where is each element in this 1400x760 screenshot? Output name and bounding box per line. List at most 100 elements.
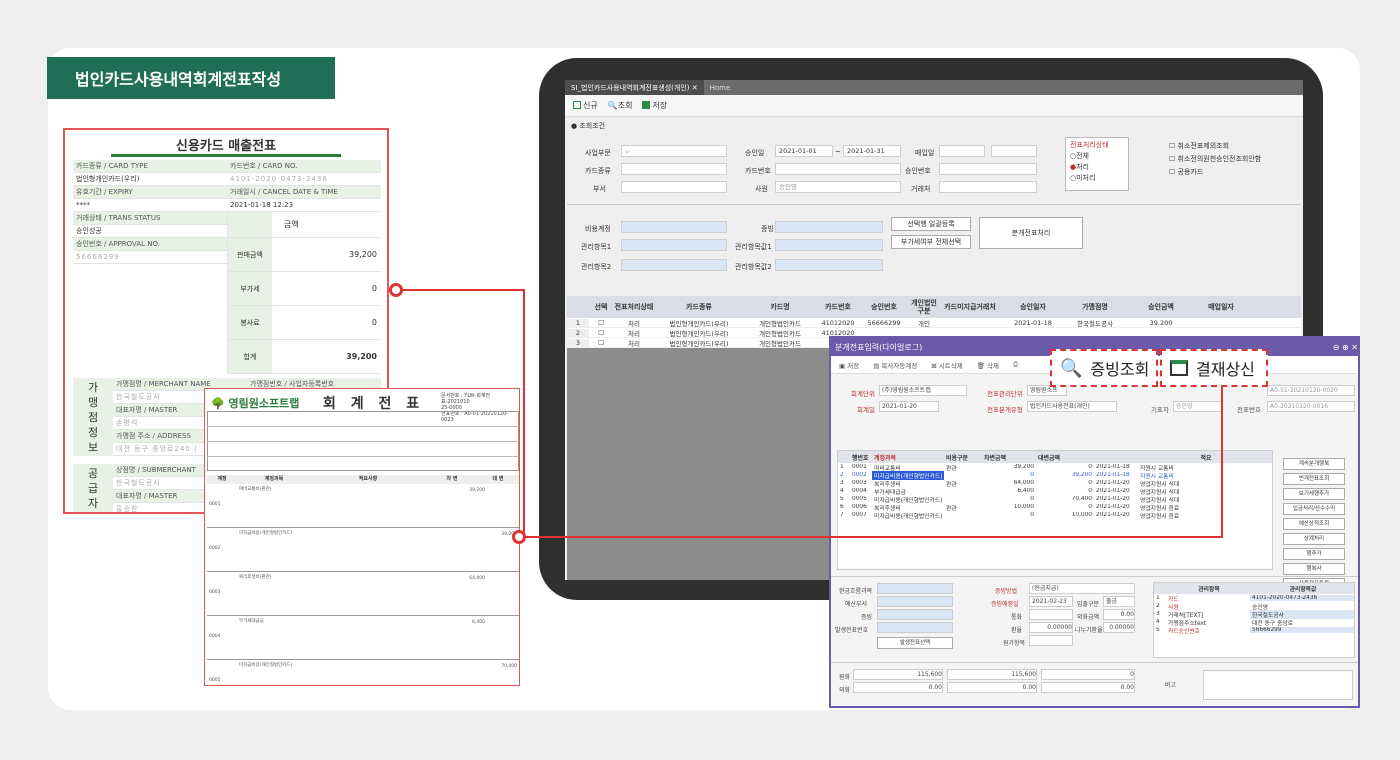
side-button[interactable]: 상계처리 <box>1283 533 1345 545</box>
fx-amount-input[interactable]: 0.00 <box>1103 609 1135 620</box>
mgmt1-input[interactable] <box>621 239 727 251</box>
status-group-title: 전표처리상태 <box>1070 141 1109 149</box>
purchase-from-input[interactable] <box>939 145 985 157</box>
callout-approval-submit[interactable]: 결재상신 <box>1160 349 1268 387</box>
journal-head-cell: 계정과목 <box>874 454 897 462</box>
note-input[interactable] <box>1203 670 1353 700</box>
origin-slip-input[interactable] <box>877 622 953 633</box>
close-icon[interactable]: ✕ <box>692 84 698 92</box>
side-button[interactable]: 보기세행추가 <box>1283 488 1345 500</box>
label-cost-item: 원가항목 <box>1003 640 1026 647</box>
tab-home[interactable]: Home <box>704 84 737 92</box>
radio-processed[interactable]: ●처리 <box>1070 162 1124 173</box>
card-type-select[interactable] <box>621 163 727 175</box>
voucher-divider <box>207 441 519 442</box>
close-icon[interactable]: ✕ <box>1351 343 1358 352</box>
popup-save-button[interactable]: ▣ 저장 <box>839 360 859 370</box>
journal-cell: 2021-01-20 <box>1096 488 1130 494</box>
voucher-head-cell: 계정 <box>217 476 227 482</box>
receipt-info-char: 보 <box>87 440 99 454</box>
io-type-select[interactable]: 출금 <box>1103 596 1135 607</box>
approve-no-input[interactable] <box>939 163 1037 175</box>
radio-all[interactable]: ○전체 <box>1070 151 1124 162</box>
journal-cell: 0 <box>1088 464 1092 470</box>
split-type-select[interactable]: 법인카드사용전표(개인) <box>1027 401 1117 412</box>
side-button[interactable]: 계속분개행복 <box>1283 458 1345 470</box>
voucher-meta-line: 문서번호 : YLW-회계전표-2021010 <box>441 393 490 405</box>
mgmt2-input[interactable] <box>621 259 727 271</box>
journal-cell: 39,200 <box>1013 464 1034 470</box>
evidence-method-select[interactable]: (현금지급) <box>1029 583 1135 594</box>
callout-evidence-lookup[interactable]: 🔍 증빙조회 <box>1050 349 1158 387</box>
slip-no-input[interactable]: A0-20210120-0016 <box>1267 401 1355 412</box>
rate-input[interactable]: 0.00000 <box>1029 622 1073 633</box>
label-rate: 환율 <box>1011 627 1023 634</box>
popup-delete-button[interactable]: 🗑 삭제 <box>977 360 999 370</box>
label-card-no: 카드번호 <box>745 167 771 175</box>
approve-to-input[interactable]: 2021-01-31 <box>843 145 901 157</box>
side-button[interactable]: 예산상적조회 <box>1283 518 1345 530</box>
receipt-amount-block: 거래상태 / TRANS STATUS 승인성공 승인번호 / APPROVAL N… <box>73 212 381 374</box>
amount-header: 금액 <box>284 220 299 229</box>
minimize-icon[interactable]: ⊖ <box>1333 343 1340 352</box>
save-button[interactable]: 저장 <box>642 100 667 111</box>
popup-sheet-delete-button[interactable]: ⊠ 시트삭제 <box>931 360 962 370</box>
radio-unprocessed[interactable]: ○미처리 <box>1070 173 1124 184</box>
cost-acct-input[interactable] <box>621 221 727 233</box>
grid-cell[interactable]: ☐ <box>589 339 613 347</box>
evidence-date-input[interactable]: 2021-02-23 <box>1029 596 1073 607</box>
budget-dept-input[interactable] <box>877 596 953 607</box>
journal-cell: 2021-01-18 <box>1096 464 1130 470</box>
mgmt1v-input[interactable] <box>775 239 883 251</box>
purchase-to-input[interactable] <box>991 145 1037 157</box>
vendor-input[interactable] <box>939 181 1037 193</box>
writer-input[interactable]: 승인영 <box>1173 401 1223 412</box>
maximize-icon[interactable]: ⊕ <box>1342 343 1349 352</box>
div-rate-input[interactable]: 0.00000 <box>1103 622 1135 633</box>
doc-no-input[interactable]: A0-51-20210120-0020 <box>1267 385 1355 396</box>
grid-cell: 처리 <box>628 339 640 348</box>
mgmt-row[interactable]: 5 카드승인번호 56666299 <box>1154 626 1354 635</box>
journal-cell: 0 <box>1030 472 1034 478</box>
side-button[interactable]: 번개전표조회 <box>1283 473 1345 485</box>
evidence-input[interactable] <box>775 221 883 233</box>
mgmt2v-input[interactable] <box>775 259 883 271</box>
side-button[interactable]: 행추가 <box>1283 548 1345 560</box>
evidence-lower-input[interactable] <box>877 609 953 620</box>
grid-row[interactable]: 1 ☐ 처리 법인형개인카드(우리) 개인형법인카드 41012020 56666299 개인… <box>567 318 1301 328</box>
currency-input[interactable] <box>1029 609 1073 620</box>
dept-input[interactable] <box>621 181 727 193</box>
grid-cell[interactable]: ☐ <box>589 319 613 327</box>
label-io-type: 입출구분 <box>1077 601 1100 608</box>
unit-select[interactable]: (주)영림원소프트랩 <box>879 385 967 396</box>
print-icon[interactable]: ⎙ <box>1013 360 1018 369</box>
search-button[interactable]: 🔍조회 <box>608 100 633 111</box>
journal-head-cell: 차변금액 <box>984 454 1007 462</box>
vat-select-all-button[interactable]: 부가세여부 전체선택 <box>891 235 971 249</box>
receipt-info-label: 가맹점정보 <box>73 378 113 456</box>
approve-from-input[interactable]: 2021-01-01 <box>775 145 833 157</box>
tab-active[interactable]: SI_법인카드사용내역회계전표생성(개인) ✕ <box>565 80 704 95</box>
popup-copy-button[interactable]: ▤ 복사자동계정 <box>873 360 917 370</box>
side-button[interactable]: 입금처리/선수수익 <box>1283 503 1345 515</box>
date-input[interactable]: 2021-01-20 <box>879 401 939 412</box>
check-shared-card[interactable]: ☐ 공용카드 <box>1169 166 1261 179</box>
split-process-button[interactable]: 분개전표처리 <box>979 217 1083 249</box>
mgmt-cell: 3 <box>1156 611 1160 617</box>
new-button[interactable]: 신규 <box>573 100 598 111</box>
cashflow-input[interactable] <box>877 583 953 594</box>
origin-slip-select-button[interactable]: 발생전표선택 <box>877 637 953 649</box>
journal-cell: 판관 <box>946 481 957 488</box>
grid-cell[interactable]: ☐ <box>589 329 613 337</box>
check-exclude-cancel[interactable]: ☐ 취소전표제외조회 <box>1169 140 1261 153</box>
biz-select[interactable]: ⌵ <box>621 145 727 157</box>
bulk-register-button[interactable]: 선택행 일괄등록 <box>891 217 971 231</box>
cost-item-select[interactable] <box>1029 635 1073 646</box>
check-exclude-original[interactable]: ☐ 취소전의원천승인전조회안함 <box>1169 153 1261 166</box>
grid-cell: 1 <box>567 318 589 327</box>
emp-input[interactable]: 승인영 <box>775 181 901 193</box>
journal-row[interactable]: 7 0007 미지급비용(개인형법인카드) 0 10,000 2021-01-20 영업지원… <box>838 511 1272 520</box>
receipt-cell: **** <box>76 201 90 209</box>
card-no-input[interactable] <box>775 163 901 175</box>
side-button[interactable]: 행복사 <box>1283 563 1345 575</box>
